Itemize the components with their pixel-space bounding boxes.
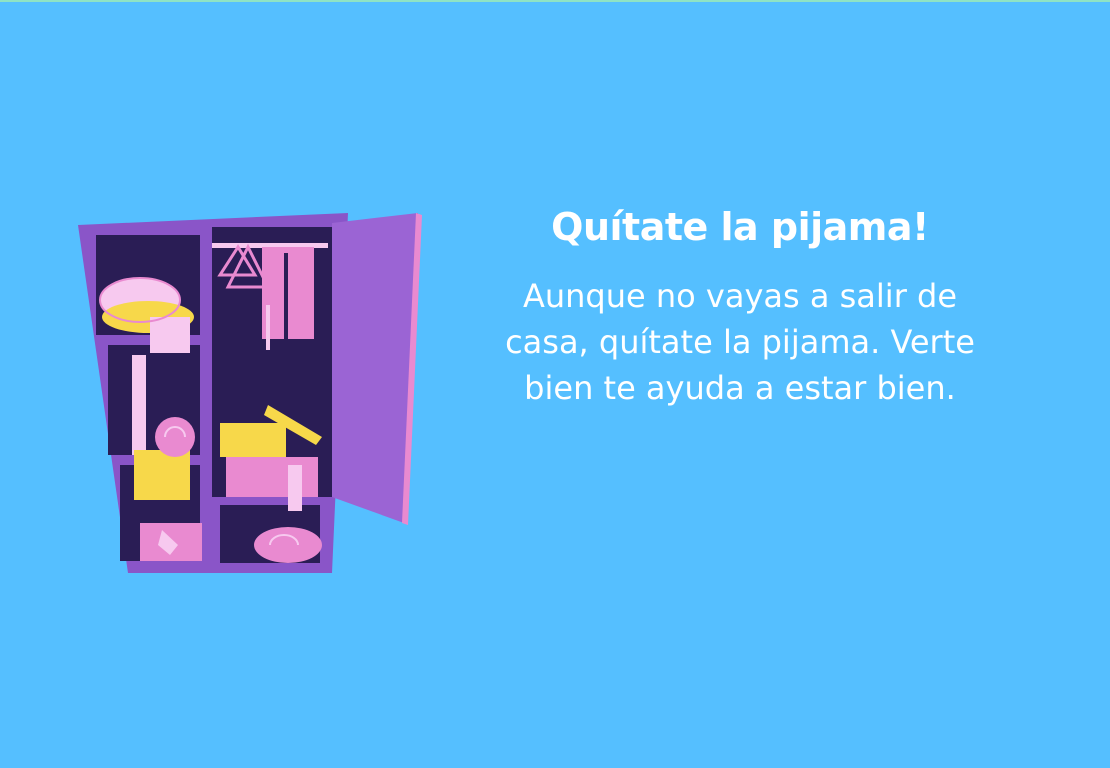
- slide-body: Aunque no vayas a salir de casa, quítate…: [505, 276, 975, 407]
- rolled-blanket: [254, 527, 322, 563]
- wardrobe-illustration: [70, 205, 440, 585]
- rolled-towel: [155, 417, 195, 457]
- slide-text: Quítate la pijama! Aunque no vayas a sal…: [480, 205, 1000, 411]
- slide-title: Quítate la pijama!: [551, 205, 929, 249]
- pink-box: [226, 457, 318, 497]
- top-accent-line: [0, 0, 1110, 2]
- yellow-box: [220, 423, 286, 457]
- yellow-shorts: [134, 450, 190, 500]
- hanging-scarf: [132, 355, 146, 455]
